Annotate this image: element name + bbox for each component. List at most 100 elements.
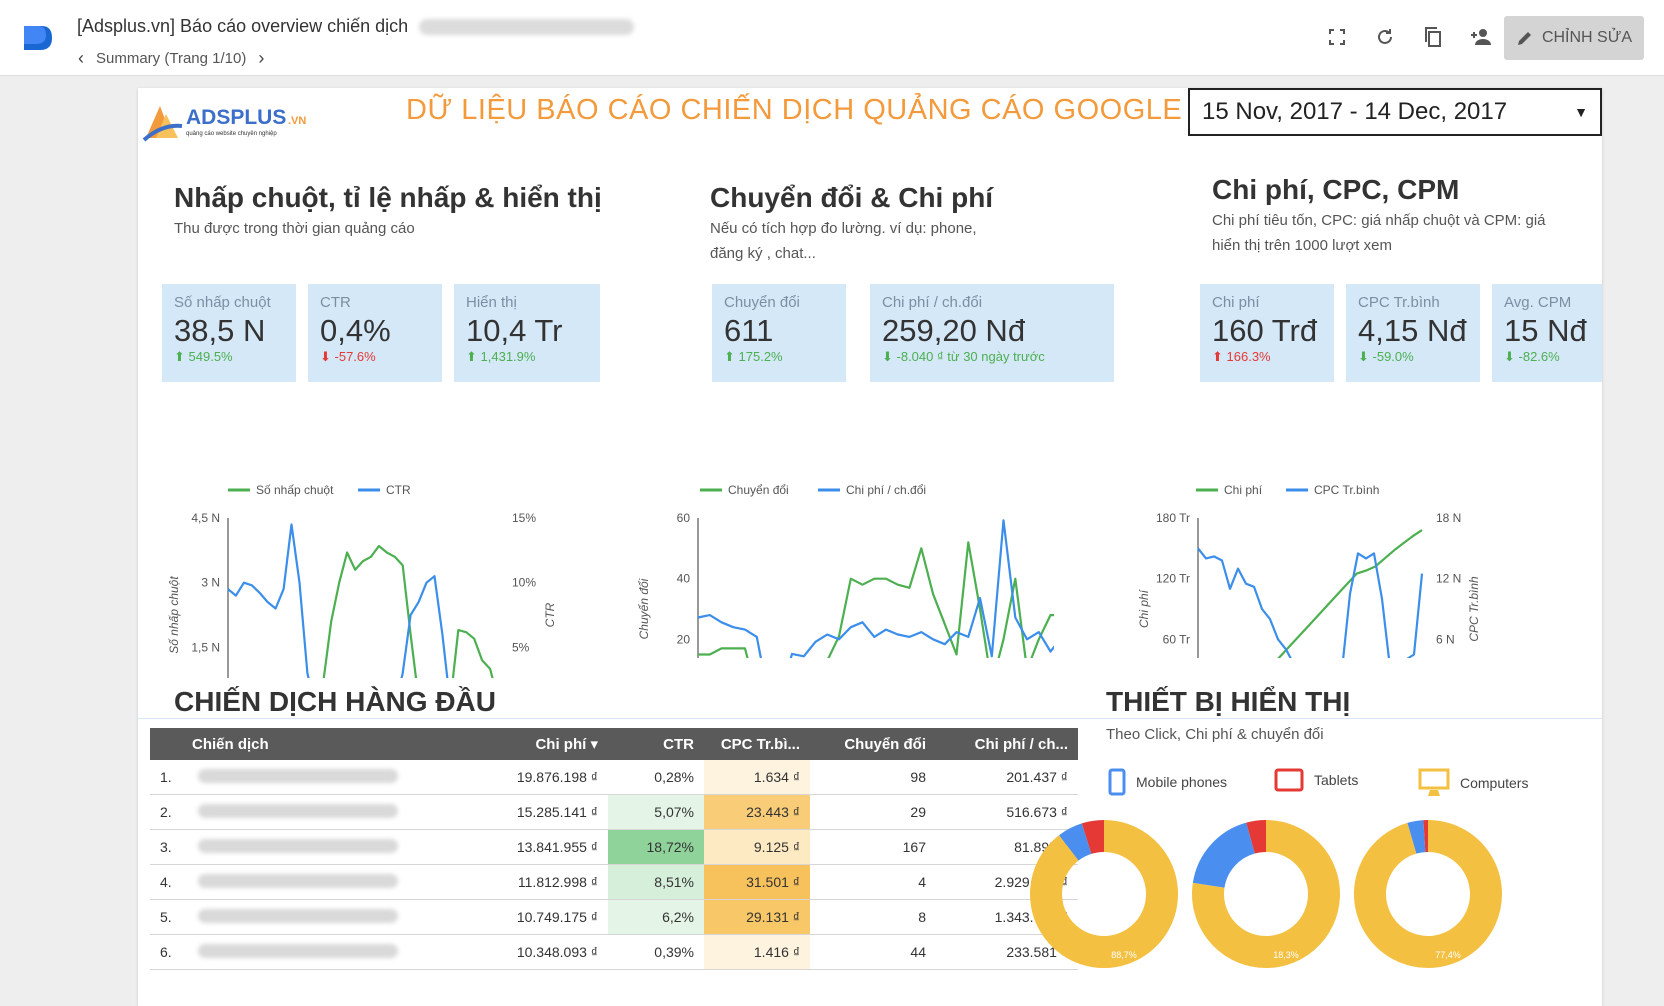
y-tick-label: 4,5 N — [191, 511, 220, 525]
donut-slice — [1192, 822, 1256, 889]
y-right-tick-label: 18 N — [1436, 511, 1461, 525]
table-body: 1. 19.876.198 ₫ 0,28% 1.634 ₫ 98 201.437 ₫ 2. 1… — [150, 760, 1078, 970]
kpi-label: Số nhấp chuột — [174, 294, 271, 311]
cost-cell: 13.841.955 ₫ — [516, 839, 598, 855]
arrow-down-icon: ⬇ — [882, 349, 897, 364]
kpi-clicks: Số nhấp chuột 38,5 N ⬆ 549.5% — [162, 284, 296, 382]
refresh-icon[interactable] — [1372, 24, 1398, 50]
document-title-text: [Adsplus.vn] Báo cáo overview chiến dịch — [77, 16, 409, 36]
ctr-cell: 5,07% — [608, 795, 704, 829]
kpi-ctr: CTR 0,4% ⬇ -57.6% — [308, 284, 442, 382]
previous-page-icon[interactable]: ‹ — [78, 48, 84, 69]
add-person-icon[interactable] — [1468, 24, 1494, 50]
table-row[interactable]: 4. 11.812.998 ₫ 8,51% 31.501 ₫ 4 2.929.368 ₫ — [150, 865, 1078, 900]
y-right-axis-label: CTR — [543, 602, 557, 627]
donut-slice — [1246, 819, 1267, 854]
y-axis-label: Chi phí — [1137, 588, 1151, 628]
series-line — [322, 544, 494, 678]
column-header[interactable]: CPC Tr.bì... — [704, 728, 810, 760]
date-range-picker[interactable]: 15 Nov, 2017 - 14 Dec, 2017 ▼ — [1188, 88, 1602, 136]
legend-label: CTR — [386, 483, 411, 497]
y-right-tick-label: 5% — [512, 640, 530, 654]
next-page-icon[interactable]: › — [258, 48, 264, 69]
legend-tablet: Tablets — [1274, 768, 1358, 792]
page-label: Summary (Trang 1/10) — [96, 50, 247, 67]
y-right-tick-label: 6 N — [1436, 632, 1455, 646]
data-studio-logo-icon[interactable] — [20, 22, 54, 54]
campaign-name — [190, 838, 428, 856]
kpi-value: 38,5 N — [174, 313, 266, 348]
kpi-label: Chuyển đổi — [724, 294, 800, 311]
row-index: 3. — [160, 839, 172, 855]
conversions-cell: 8 — [918, 909, 926, 925]
donut-slice — [1081, 820, 1105, 855]
kpi-value: 160 Trđ — [1212, 313, 1318, 348]
ctr-cell: 0,39% — [608, 935, 704, 969]
series-line — [697, 519, 1054, 658]
cost-section-subtitle: Chi phí tiêu tốn, CPC: giá nhấp chuột và… — [1212, 212, 1546, 254]
fullscreen-icon[interactable] — [1324, 24, 1350, 50]
kpi-avg-cpc: CPC Tr.bình 4,15 Nđ ⬇ -59.0% — [1346, 284, 1480, 382]
y-tick-label: 120 Tr — [1156, 572, 1190, 586]
donut-slice — [1407, 820, 1426, 854]
arrow-up-icon: ⬆ — [174, 349, 189, 364]
y-axis-label: Số nhấp chuột — [167, 576, 181, 654]
column-header[interactable]: Chi phí / ch... — [936, 736, 1078, 753]
arrow-up-icon: ⬆ — [466, 349, 481, 364]
kpi-delta: ⬆ 175.2% — [724, 349, 783, 364]
kpi-value: 10,4 Tr — [466, 313, 563, 348]
campaigns-table: Chiến dịch Chi phí ▾ CTR CPC Tr.bì... Ch… — [150, 728, 1078, 970]
copy-icon[interactable] — [1420, 24, 1446, 50]
table-row[interactable]: 3. 13.841.955 ₫ 18,72% 9.125 ₫ 167 81.895 ₫ — [150, 830, 1078, 865]
kpi-label: CPC Tr.bình — [1358, 294, 1440, 311]
section-divider — [138, 718, 1602, 719]
conversions-cell: 167 — [902, 839, 926, 855]
table-row[interactable]: 6. 10.348.093 ₫ 0,39% 1.416 ₫ 44 233.581 ₫ — [150, 935, 1078, 970]
cpc-cell: 9.125 ₫ — [704, 830, 810, 864]
ctr-cell: 18,72% — [608, 830, 704, 864]
kpi-value: 4,15 Nđ — [1358, 313, 1467, 348]
donut-slice — [1058, 823, 1093, 862]
edit-button[interactable]: CHỈNH SỬA — [1504, 16, 1644, 60]
legend-label: Số nhấp chuột — [256, 483, 334, 497]
brand-tagline: quảng cáo website chuyên nghiệp — [186, 131, 277, 137]
cost-per-conversion-cell: 201.437 ₫ — [1006, 769, 1068, 785]
campaign-name — [190, 803, 428, 821]
kpi-impressions: Hiển thị 10,4 Tr ⬆ 1,431.9% — [454, 284, 600, 382]
report-title: DỮ LIỆU BÁO CÁO CHIẾN DỊCH QUẢNG CÁO GOO… — [406, 94, 1183, 126]
column-header[interactable]: Chi phí ▾ — [428, 735, 608, 753]
table-row[interactable]: 1. 19.876.198 ₫ 0,28% 1.634 ₫ 98 201.437 ₫ — [150, 760, 1078, 795]
y-right-tick-label: 12 N — [1436, 572, 1461, 586]
table-row[interactable]: 5. 10.749.175 ₫ 6,2% 29.131 ₫ 8 1.343.647 ₫ — [150, 900, 1078, 935]
column-header[interactable]: Chuyển đổi — [810, 736, 936, 753]
conversions-section-title: Chuyển đổi & Chi phí — [710, 182, 994, 213]
blurred-campaign-name — [198, 838, 398, 853]
conversions-section-subtitle: Nếu có tích hợp đo lường. ví dụ: phone, … — [710, 220, 977, 262]
ctr-cell: 0,28% — [608, 760, 704, 794]
kpi-delta: ⬇ -57.6% — [320, 349, 376, 364]
donut-percent-label: 18,3% — [1273, 950, 1299, 960]
kpi-cost-per-conversion: Chi phí / ch.đổi 259,20 Nđ ⬇ -8.040 ₫ từ… — [870, 284, 1114, 382]
kpi-delta: ⬇ -59.0% — [1358, 349, 1414, 364]
cost-cell: 10.749.175 ₫ — [516, 909, 598, 925]
edit-button-label: CHỈNH SỬA — [1541, 29, 1633, 46]
legend-mobile: Mobile phones — [1108, 768, 1227, 796]
column-header[interactable]: CTR — [608, 728, 704, 760]
campaign-name — [190, 768, 428, 786]
kpi-delta: ⬆ 166.3% — [1212, 349, 1271, 364]
y-tick-label: 180 Tr — [1156, 511, 1190, 525]
kpi-label: CTR — [320, 294, 351, 311]
clicks-ctr-chart: 01,5 N3 N4,5 N0%5%10%15%Số nhấp chuộtCTR… — [167, 483, 557, 678]
device-donut-clicks: 88,7% — [1030, 820, 1178, 968]
kpi-label: Hiển thị — [466, 294, 517, 311]
row-index: 1. — [160, 769, 172, 785]
pencil-icon — [1517, 32, 1531, 45]
clicks-section-subtitle: Thu được trong thời gian quảng cáo — [174, 220, 415, 237]
table-row[interactable]: 2. 15.285.141 ₫ 5,07% 23.443 ₫ 29 516.673 ₫ — [150, 795, 1078, 830]
arrow-up-icon: ⬆ — [724, 349, 739, 364]
row-index: 5. — [160, 909, 172, 925]
kpi-delta: ⬇ -8.040 ₫ từ 30 ngày trước — [882, 349, 1045, 364]
kpi-avg-cpm: Avg. CPM 15 Nđ ⬇ -82.6% — [1492, 284, 1602, 382]
cpc-cell: 1.416 ₫ — [704, 935, 810, 969]
column-header[interactable]: Chiến dịch — [150, 736, 428, 753]
